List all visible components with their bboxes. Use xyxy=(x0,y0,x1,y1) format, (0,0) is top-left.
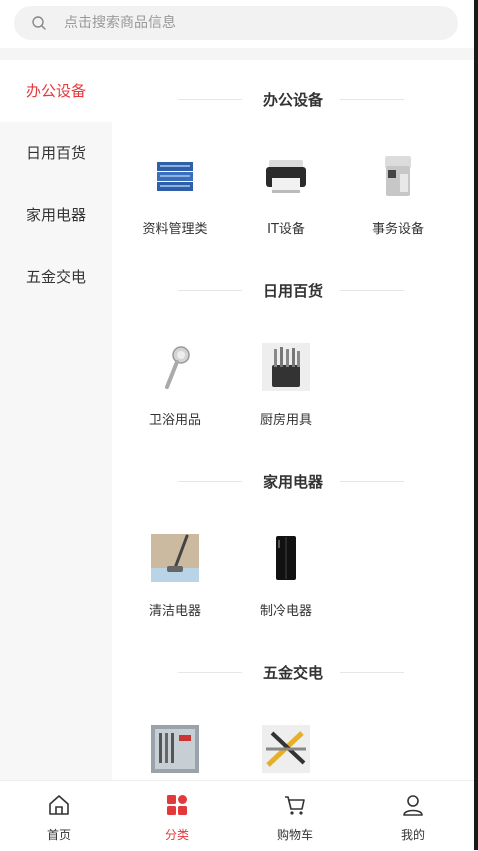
category-content: 办公设备 资料管理类 IT设备 事务设备 日用百货 卫浴用品 厨房用具 家用电器… xyxy=(112,60,474,780)
subcategory-label: 厨房用具 xyxy=(259,413,312,428)
subcategory-label: 资料管理类 xyxy=(142,222,208,237)
tab-label: 购物车 xyxy=(276,828,313,842)
bottom-tab-bar: 首页 分类 购物车 我的 xyxy=(0,780,474,851)
subcategory-grid: 卫浴用品 厨房用具 xyxy=(112,309,474,442)
header-divider xyxy=(0,48,474,60)
section-header: 日用百货 xyxy=(112,271,474,309)
subcategory-hardware-2[interactable] xyxy=(236,725,336,780)
subcategory-grid: 资料管理类 IT设备 事务设备 xyxy=(112,118,474,251)
subcategory-bathroom[interactable]: 卫浴用品 xyxy=(125,343,225,428)
search-box[interactable] xyxy=(14,6,458,40)
section-title: 日用百货 xyxy=(262,282,323,300)
shredder-icon xyxy=(385,156,411,196)
cart-icon xyxy=(285,796,305,815)
subcategory-label: 卫浴用品 xyxy=(148,413,201,428)
section-title: 家用电器 xyxy=(262,473,323,491)
section-header: 五金交电 xyxy=(112,653,474,691)
sidebar-item-hardware-electrical[interactable]: 五金交电 xyxy=(0,246,112,308)
category-sidebar: 办公设备 日用百货 家用电器 五金交电 xyxy=(0,60,112,780)
shower-head-icon xyxy=(165,346,190,389)
printer-icon xyxy=(266,160,306,193)
tab-label: 首页 xyxy=(46,828,71,842)
section-header: 家用电器 xyxy=(112,462,474,500)
category-icon xyxy=(167,795,187,815)
section-title-line xyxy=(340,672,404,673)
section-title-line xyxy=(340,99,404,100)
search-bar xyxy=(0,0,474,48)
subcategory-office-machines[interactable]: 事务设备 xyxy=(348,152,448,237)
search-icon xyxy=(32,16,46,30)
section-header: 办公设备 xyxy=(112,80,474,118)
section-title-line xyxy=(340,481,404,482)
sidebar-item-daily-goods[interactable]: 日用百货 xyxy=(0,122,112,184)
subcategory-label: IT设备 xyxy=(267,222,305,237)
tab-category[interactable]: 分类 xyxy=(118,781,236,851)
tool-set-icon xyxy=(262,725,310,773)
tab-profile[interactable]: 我的 xyxy=(354,781,472,851)
tab-label: 我的 xyxy=(400,828,425,842)
subcategory-it-equipment[interactable]: IT设备 xyxy=(236,152,336,237)
subcategory-refrigeration[interactable]: 制冷电器 xyxy=(236,534,336,619)
subcategory-cleaning-appliances[interactable]: 清洁电器 xyxy=(125,534,225,619)
floor-cleaner-icon xyxy=(151,534,199,582)
section-title-line xyxy=(340,290,404,291)
sidebar-item-office-equipment[interactable]: 办公设备 xyxy=(0,60,112,122)
knife-set-icon xyxy=(262,343,310,391)
sidebar-item-home-appliances[interactable]: 家用电器 xyxy=(0,184,112,246)
subcategory-grid xyxy=(112,691,474,780)
section-title: 五金交电 xyxy=(262,664,323,682)
screen-edge xyxy=(474,0,478,850)
tab-cart[interactable]: 购物车 xyxy=(236,781,354,851)
subcategory-kitchenware[interactable]: 厨房用具 xyxy=(236,343,336,428)
user-icon xyxy=(403,795,423,816)
subcategory-label: 清洁电器 xyxy=(148,604,201,619)
search-input[interactable] xyxy=(64,6,444,40)
subcategory-hardware-1[interactable] xyxy=(125,725,225,780)
subcategory-file-management[interactable]: 资料管理类 xyxy=(125,152,225,237)
section-title: 办公设备 xyxy=(262,91,323,109)
subcategory-label: 事务设备 xyxy=(371,222,424,237)
subcategory-label: 制冷电器 xyxy=(259,604,312,619)
refrigerator-icon xyxy=(276,536,296,580)
tab-home[interactable]: 首页 xyxy=(0,781,118,851)
subcategory-grid: 清洁电器 制冷电器 xyxy=(112,500,474,633)
file-storage-icon xyxy=(157,162,193,191)
toolbox-icon xyxy=(151,725,199,773)
home-icon xyxy=(49,795,69,815)
tab-label: 分类 xyxy=(164,828,189,842)
